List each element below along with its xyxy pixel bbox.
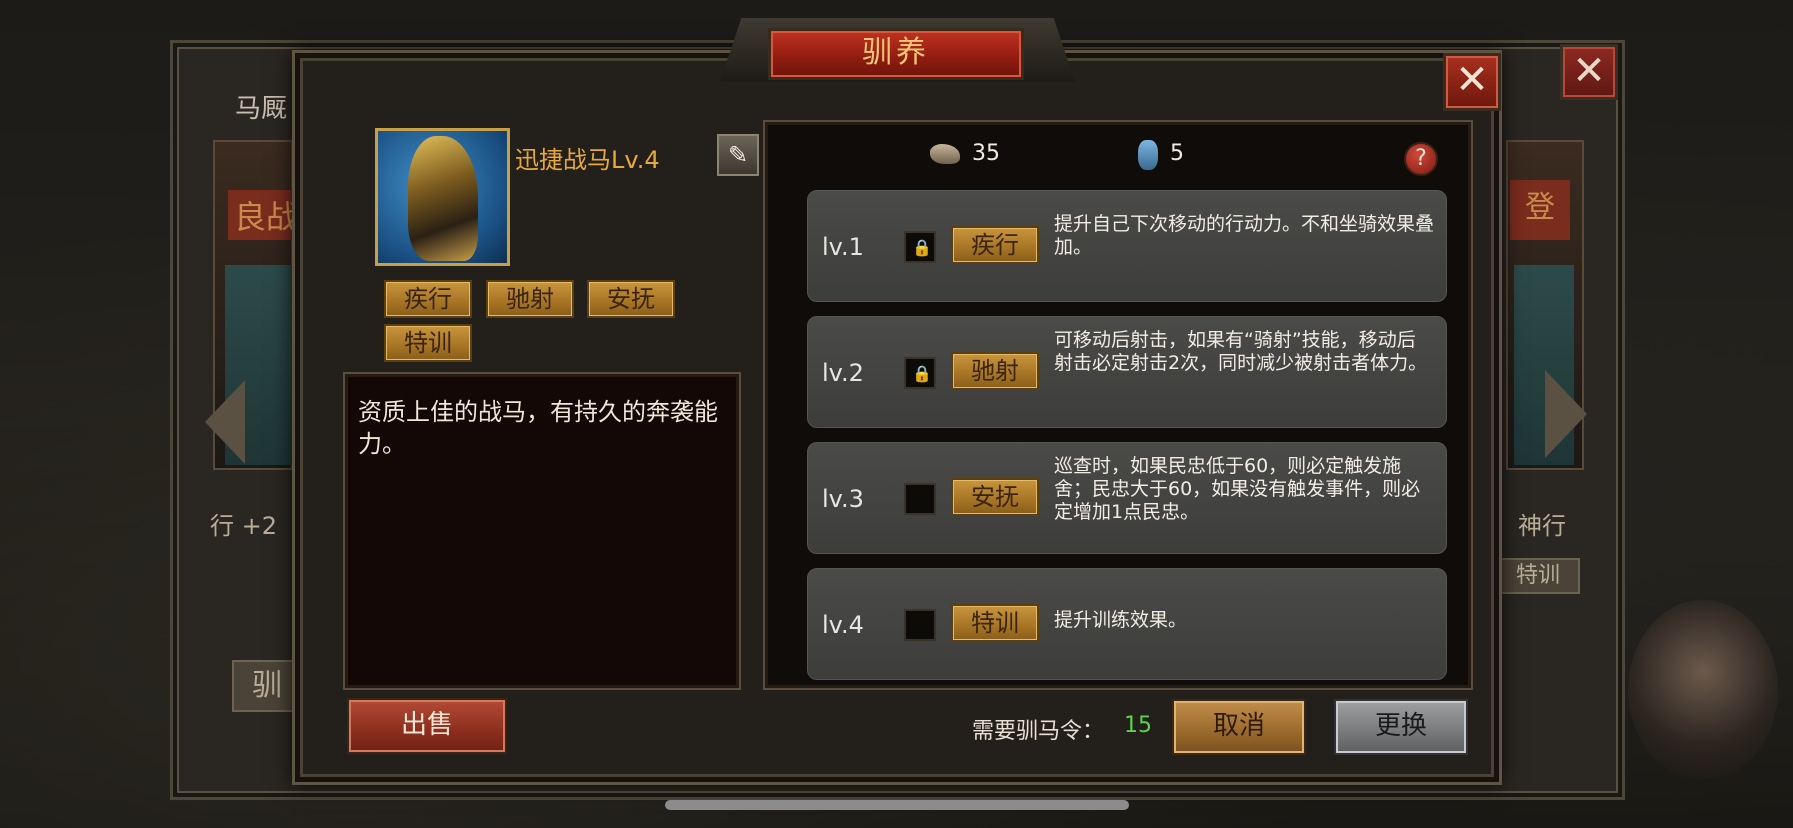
level-row: lv.1 🔒 疾行 提升自己下次移动的行动力。不和坐骑效果叠加。: [807, 190, 1447, 302]
skill-tag[interactable]: 特训: [384, 324, 472, 362]
dialog-title: 驯养: [768, 28, 1024, 80]
horse-description: 资质上佳的战马，有持久的奔袭能力。: [358, 398, 718, 458]
horseshoe-item-count: 35: [972, 141, 1000, 166]
next-horse-stat: 神行: [1518, 512, 1566, 540]
next-horse-label: 登: [1510, 180, 1570, 240]
lock-slot-empty[interactable]: [904, 483, 936, 515]
horse-armor-icon: [408, 136, 478, 261]
prev-horse-stat: 行 +2: [210, 512, 278, 540]
next-horse-button[interactable]: 特训: [1496, 558, 1580, 594]
arrow-right-icon[interactable]: [1545, 370, 1587, 458]
horse-name: 迅捷战马Lv.4: [515, 146, 660, 174]
level-row: lv.2 🔒 驰射 可移动后射击，如果有“骑射”技能，移动后射击必定射击2次，同…: [807, 316, 1447, 428]
level-label: lv.3: [822, 485, 864, 513]
training-token-count: 5: [1170, 141, 1184, 166]
lock-icon: 🔒: [912, 364, 932, 383]
level-label: lv.2: [822, 359, 864, 387]
home-indicator[interactable]: [665, 800, 1129, 810]
level-description: 可移动后射击，如果有“骑射”技能，移动后射击必定射击2次，同时减少被射击者体力。: [1054, 329, 1428, 374]
level-row: lv.4 特训 提升训练效果。: [807, 568, 1447, 680]
level-skill-button[interactable]: 驰射: [951, 352, 1039, 390]
rename-brush-button[interactable]: ✎: [717, 134, 759, 176]
skill-tag[interactable]: 疾行: [384, 280, 472, 318]
close-button[interactable]: ✕: [1443, 53, 1501, 111]
stable-close-button[interactable]: ✕: [1560, 44, 1618, 100]
required-token-value: 15: [1124, 713, 1152, 738]
required-token-label: 需要驯马令：: [972, 719, 1105, 744]
level-label: lv.1: [822, 233, 864, 261]
horse-portrait: [375, 128, 510, 266]
advisor-portrait[interactable]: [1628, 600, 1778, 780]
training-token-icon: [1138, 140, 1158, 170]
level-label: lv.4: [822, 611, 864, 639]
level-skill-button[interactable]: 特训: [951, 604, 1039, 642]
skill-tag[interactable]: 安抚: [587, 280, 675, 318]
level-description: 巡查时，如果民忠低于60，则必定触发施舍；民忠大于60，如果没有触发事件，则必定…: [1054, 455, 1421, 523]
replace-button[interactable]: 更换: [1334, 699, 1468, 755]
level-skill-button[interactable]: 安抚: [951, 478, 1039, 516]
arrow-left-icon[interactable]: [205, 380, 245, 464]
help-button[interactable]: ?: [1404, 142, 1438, 176]
cancel-button[interactable]: 取消: [1172, 699, 1306, 755]
level-row: lv.3 安抚 巡查时，如果民忠低于60，则必定触发施舍；民忠大于60，如果没有…: [807, 442, 1447, 554]
level-description: 提升训练效果。: [1054, 609, 1188, 631]
lock-icon: 🔒: [912, 238, 932, 257]
sell-button[interactable]: 出售: [347, 698, 507, 754]
lock-slot[interactable]: 🔒: [904, 357, 936, 389]
stable-title: 马厩: [235, 94, 288, 124]
level-skill-button[interactable]: 疾行: [951, 226, 1039, 264]
lock-slot-empty[interactable]: [904, 609, 936, 641]
level-description: 提升自己下次移动的行动力。不和坐骑效果叠加。: [1054, 213, 1435, 258]
skill-tag[interactable]: 驰射: [486, 280, 574, 318]
lock-slot[interactable]: 🔒: [904, 231, 936, 263]
